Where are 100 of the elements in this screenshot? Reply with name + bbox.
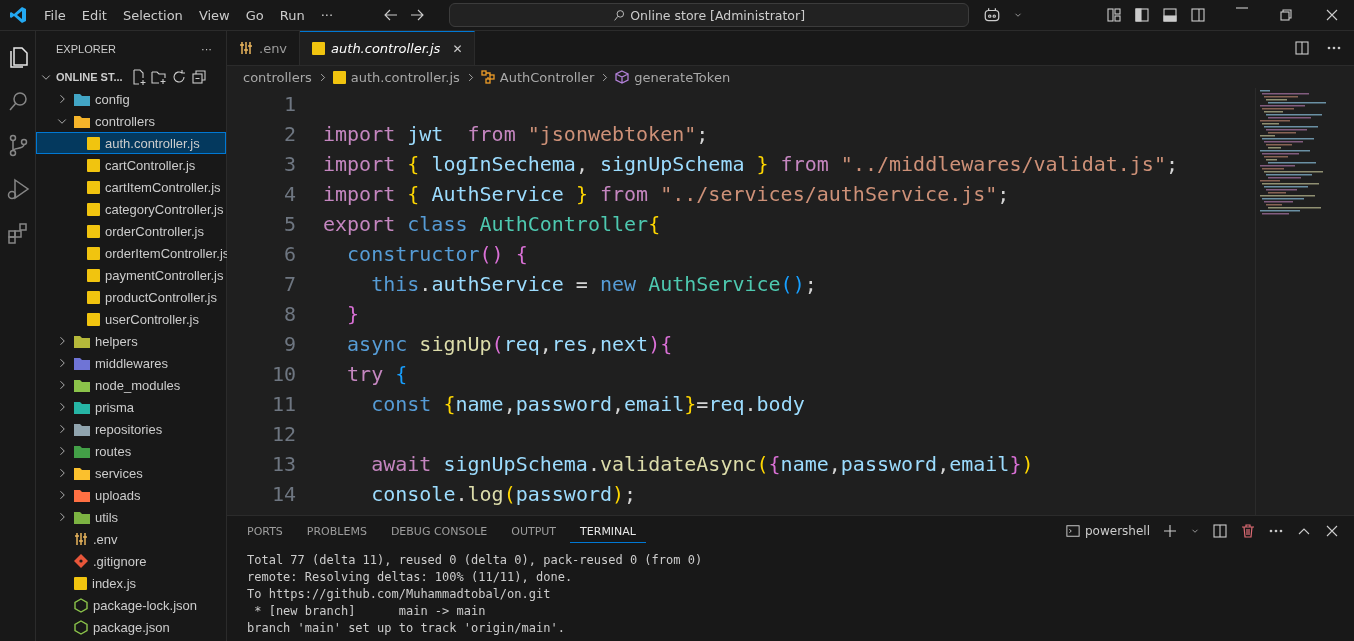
editor-tab[interactable]: auth.controller.js ✕ [300, 31, 476, 65]
js-file-icon [87, 246, 100, 260]
trash-icon[interactable] [1240, 523, 1256, 539]
explorer-file[interactable]: package.json [36, 616, 226, 638]
js-file-icon [87, 268, 100, 282]
js-file-icon [87, 290, 100, 304]
layout-icon [1106, 7, 1122, 23]
terminal-line: Total 77 (delta 11), reused 0 (delta 0), pack-reused 0 (from 0) [247, 553, 704, 569]
panel-tab[interactable]: OUTPUT [501, 519, 567, 543]
panel-tab[interactable]: PORTS [237, 519, 293, 543]
js-file-icon [87, 312, 100, 326]
explorer-file[interactable]: .env [36, 528, 226, 550]
terminal-profile[interactable]: powershell [1066, 524, 1150, 538]
refresh-icon [170, 69, 187, 85]
sidebar-title: EXPLORER [56, 42, 117, 55]
class-icon [480, 70, 495, 84]
explorer-file[interactable]: paymentController.js [36, 264, 226, 286]
extensions-button[interactable] [5, 221, 30, 245]
code-line: export class AuthController{ [323, 212, 661, 236]
code-line: try { [346, 362, 408, 386]
line-number: 6 [282, 242, 296, 266]
menu-item[interactable]: View [190, 7, 238, 23]
hexagon-icon [74, 597, 88, 613]
line-number: 14 [270, 482, 296, 506]
explorer-file[interactable]: userController.js [36, 308, 226, 330]
terminal-line: remote: Resolving deltas: 100% (11/11), done. [247, 570, 574, 586]
menu-item[interactable]: ··· [312, 7, 342, 23]
command-center-search[interactable]: Online store [Administrator] [449, 3, 970, 27]
line-number: 2 [282, 122, 296, 146]
split-editor-icon [1294, 40, 1310, 56]
explorer-folder[interactable]: prisma [36, 396, 226, 418]
back-arrow-icon [383, 7, 400, 23]
explorer-folder[interactable]: repositories [36, 418, 226, 440]
panel-tab[interactable]: PROBLEMS [296, 519, 377, 543]
code-line: } [346, 302, 360, 326]
explorer-folder[interactable]: config [36, 88, 226, 110]
explorer-file[interactable]: cartController.js [36, 154, 226, 176]
explorer-file[interactable]: cartItemController.js [36, 176, 226, 198]
explorer-folder[interactable]: uploads [36, 484, 226, 506]
terminal-line: * [new branch] main -> main [253, 604, 487, 620]
line-number: 8 [282, 302, 296, 326]
close-icon [1324, 7, 1340, 23]
js-file-icon [74, 576, 87, 590]
line-number: 9 [282, 332, 296, 356]
menu-item[interactable]: File [36, 7, 74, 23]
js-file-icon [87, 180, 100, 194]
explorer-file[interactable]: orderController.js [36, 220, 226, 242]
more-actions-button[interactable]: ··· [201, 42, 212, 55]
code-line: async signUp(req,res,next){ [346, 332, 673, 356]
terminal-icon [1066, 524, 1080, 538]
explorer-folder[interactable]: routes [36, 440, 226, 462]
line-number: 13 [270, 452, 296, 476]
explorer-file[interactable]: .gitignore [36, 550, 226, 572]
new-folder-icon [150, 69, 167, 85]
explorer-file[interactable]: package-lock.json [36, 594, 226, 616]
terminal-line: branch 'main' set up to track 'origin/main'. [247, 621, 566, 637]
line-number: 1 [282, 92, 296, 116]
explorer-folder[interactable]: controllers [36, 110, 226, 132]
breadcrumb-item[interactable]: controllers [243, 69, 312, 85]
line-number: 4 [282, 182, 296, 206]
settings-sliders-icon [74, 532, 88, 546]
explorer-folder[interactable]: helpers [36, 330, 226, 352]
breadcrumb-item[interactable]: auth.controller.js [350, 69, 460, 85]
js-file-icon [87, 224, 100, 238]
js-file-icon [87, 158, 100, 172]
forward-arrow-icon [409, 7, 426, 23]
explorer-folder[interactable]: utils [36, 506, 226, 528]
workspace-title[interactable]: ONLINE ST... [56, 71, 123, 83]
panel-tab[interactable]: TERMINAL [570, 519, 646, 543]
git-diamond-icon [74, 554, 88, 568]
close-tab-button[interactable]: ✕ [452, 41, 463, 56]
new-file-icon [130, 69, 147, 85]
explorer-file[interactable]: index.js [36, 572, 226, 594]
close-icon [1324, 523, 1340, 539]
explorer-folder[interactable]: middlewares [36, 352, 226, 374]
split-terminal-icon [1212, 523, 1228, 539]
explorer-file[interactable]: auth.controller.js [36, 132, 226, 154]
panel-tab[interactable]: DEBUG CONSOLE [380, 519, 498, 543]
explorer-file[interactable]: orderItemController.js [36, 242, 226, 264]
menu-item[interactable]: Edit [73, 7, 115, 23]
secondary-sidebar-icon [1190, 7, 1206, 23]
breadcrumb-item[interactable]: generateToken [634, 69, 731, 85]
breadcrumb-item[interactable]: AuthController [499, 69, 595, 85]
terminal-line: To https://github.com/Muhammadtobal/on.git [247, 587, 552, 603]
code-line: await signUpSchema.validateAsync({name,password,email}) [370, 452, 1034, 476]
panel-toggle-icon [1162, 7, 1178, 23]
run-debug-button[interactable] [5, 177, 30, 201]
explorer-folder[interactable]: services [36, 462, 226, 484]
code-line: const {name,password,email}=req.body [370, 392, 805, 416]
menu-item[interactable]: Run [271, 7, 313, 23]
explorer-folder[interactable]: node_modules [36, 374, 226, 396]
menu-item[interactable]: Go [237, 7, 272, 23]
menu-item[interactable]: Selection [114, 7, 191, 23]
explorer-file[interactable]: productController.js [36, 286, 226, 308]
explorer-file[interactable]: categoryController.js [36, 198, 226, 220]
code-line: constructor() { [346, 242, 528, 266]
settings-sliders-icon [239, 41, 253, 55]
hexagon-icon [74, 619, 88, 635]
js-file-icon [312, 42, 326, 55]
js-file-icon [87, 136, 100, 150]
